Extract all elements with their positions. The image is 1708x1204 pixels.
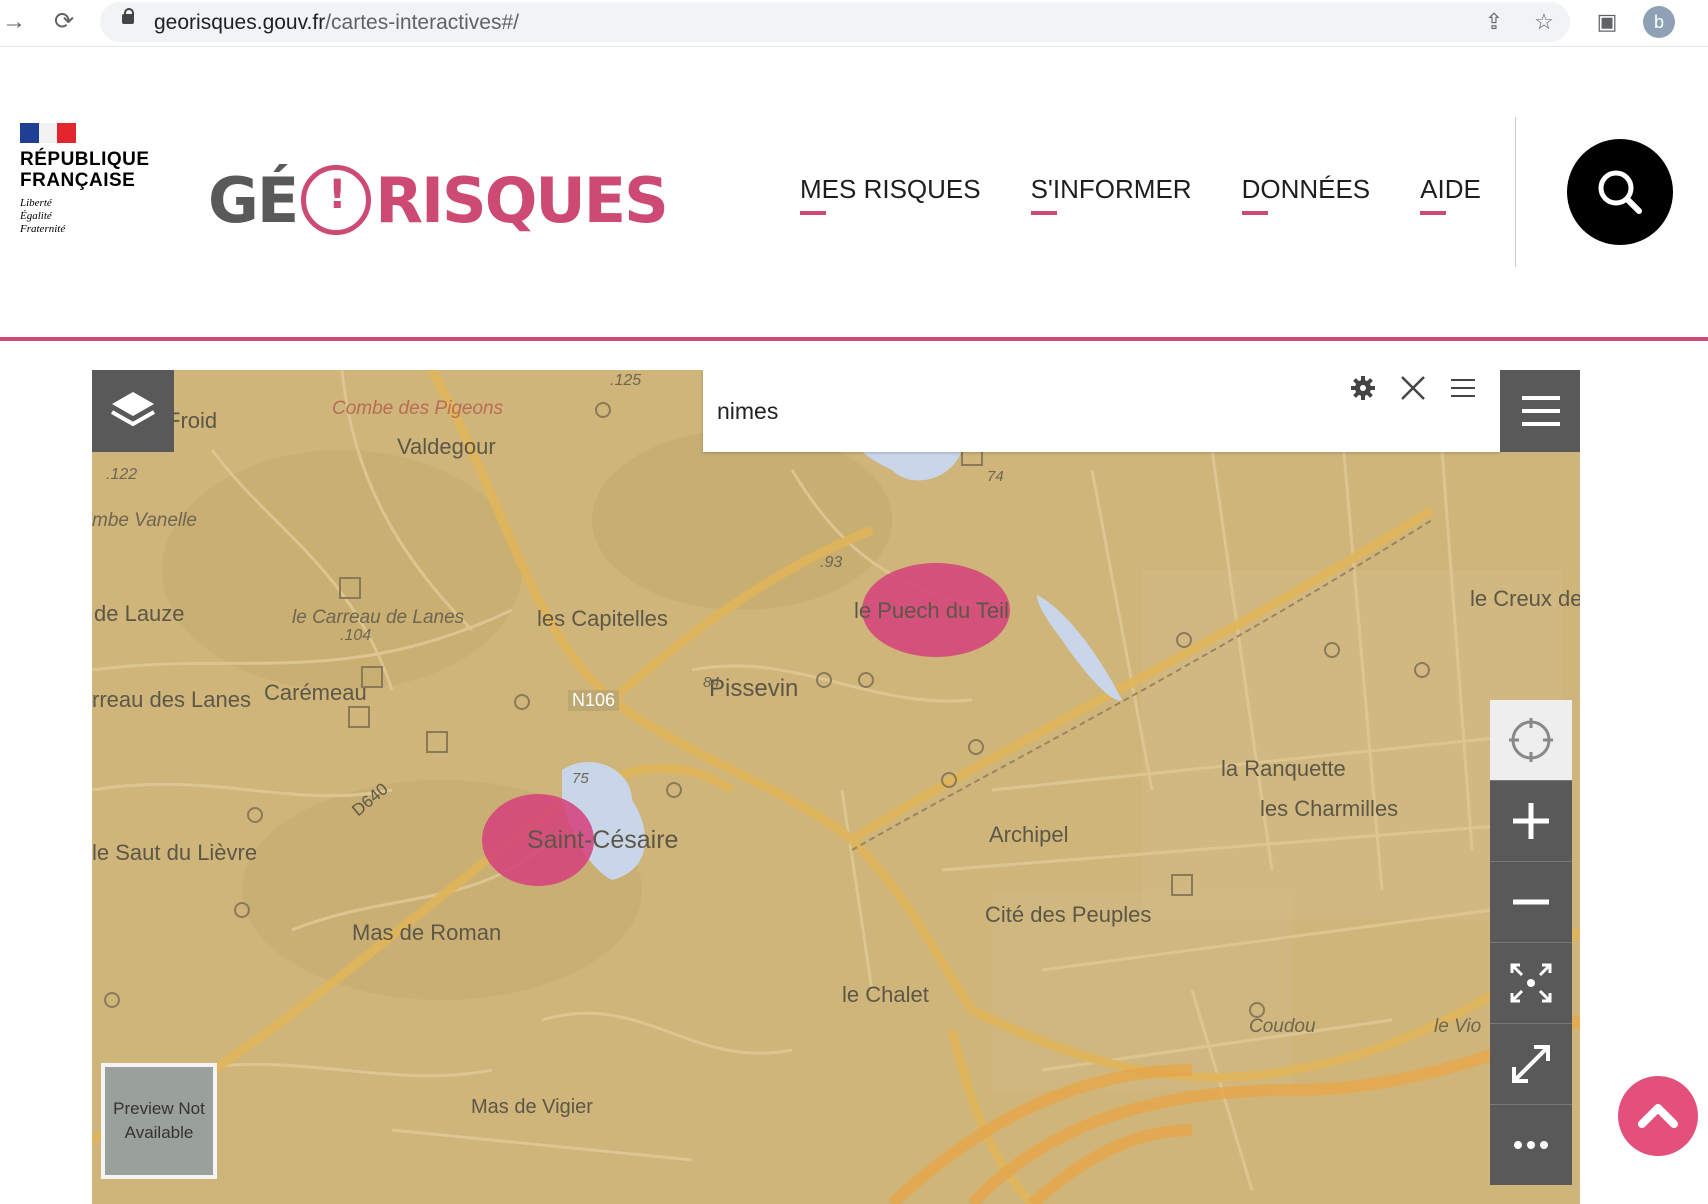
hamburger-icon bbox=[1522, 396, 1560, 426]
map-controls bbox=[1490, 700, 1572, 1185]
elevation-label: .104 bbox=[340, 627, 372, 644]
map-label: Saint-Césaire bbox=[527, 826, 679, 854]
nav-donnees[interactable]: DONNÉES bbox=[1241, 174, 1370, 215]
nav-mes-risques[interactable]: MES RISQUES bbox=[800, 174, 981, 215]
crosshair-icon bbox=[1509, 718, 1553, 762]
map-label: Cité des Peuples bbox=[985, 902, 1152, 927]
gear-icon[interactable] bbox=[1345, 370, 1381, 406]
map-label: Mas de Vigier bbox=[471, 1096, 593, 1118]
map-label: Valdegour bbox=[397, 434, 496, 459]
browser-toolbar: → ⟳ georisques.gouv.fr/cartes-interactiv… bbox=[0, 0, 1708, 47]
profile-avatar[interactable]: b bbox=[1643, 6, 1675, 38]
map-label: le Chalet bbox=[842, 982, 929, 1007]
interactive-map[interactable]: Froid Combe des Pigeons Valdegour mbe Va… bbox=[92, 370, 1580, 1204]
elevation-label: 74 bbox=[987, 468, 1004, 485]
chevron-up-icon bbox=[1638, 1104, 1678, 1128]
expand-icon bbox=[1512, 1045, 1550, 1083]
url-text: georisques.gouv.fr/cartes-interactives#/ bbox=[154, 11, 519, 34]
map-search-box bbox=[703, 370, 1500, 452]
map-label: Pissevin bbox=[709, 675, 799, 702]
map-label: Combe des Pigeons bbox=[332, 398, 504, 419]
lock-icon bbox=[122, 8, 134, 24]
map-label: le Vio bbox=[1434, 1016, 1482, 1037]
nav-s-informer[interactable]: S'INFORMER bbox=[1030, 174, 1192, 215]
elevation-label: 84 bbox=[703, 674, 720, 691]
marianne-flag-icon bbox=[20, 123, 77, 143]
map-label: rreau des Lanes bbox=[92, 687, 251, 712]
map-label: le Saut du Lièvre bbox=[92, 840, 258, 865]
map-label: Mas de Roman bbox=[352, 920, 502, 945]
header-divider bbox=[1515, 117, 1516, 267]
map-menu-button[interactable] bbox=[1500, 370, 1580, 452]
zoom-extent-button[interactable] bbox=[1490, 942, 1572, 1023]
share-icon[interactable]: ⇪ bbox=[1480, 8, 1508, 36]
minus-icon bbox=[1513, 899, 1549, 905]
map-label: Archipel bbox=[989, 822, 1069, 847]
map-search-input[interactable] bbox=[703, 370, 1343, 452]
elevation-label: 75 bbox=[572, 770, 589, 787]
site-search-button[interactable] bbox=[1567, 139, 1673, 245]
forward-icon[interactable]: → bbox=[0, 8, 28, 36]
ellipsis-icon bbox=[1514, 1141, 1548, 1149]
elevation-label: .125 bbox=[610, 372, 642, 389]
plus-icon bbox=[1513, 803, 1549, 839]
france-alert-icon: ! bbox=[301, 165, 372, 235]
georisques-logo[interactable]: GÉ ! RISQUES bbox=[208, 155, 669, 245]
map-label: Coudou bbox=[1249, 1016, 1316, 1037]
basemap-preview[interactable]: Preview Not Available bbox=[101, 1063, 217, 1179]
republique-francaise-logo[interactable]: RÉPUBLIQUE FRANÇAISE Liberté Égalité Fra… bbox=[20, 123, 170, 236]
site-header: RÉPUBLIQUE FRANÇAISE Liberté Égalité Fra… bbox=[0, 47, 1708, 341]
more-options-button[interactable] bbox=[1490, 1104, 1572, 1185]
map-label: la Ranquette bbox=[1221, 756, 1346, 781]
map-label: les Charmilles bbox=[1260, 796, 1399, 821]
side-panel-icon[interactable]: ▣ bbox=[1593, 8, 1621, 36]
map-label: mbe Vanelle bbox=[92, 510, 197, 531]
fullscreen-button[interactable] bbox=[1490, 1023, 1572, 1104]
map-label: le Carreau de Lanes bbox=[292, 607, 465, 628]
map-label: de Lauze bbox=[94, 601, 185, 626]
map-tiles[interactable] bbox=[92, 370, 1580, 1204]
locate-button[interactable] bbox=[1490, 700, 1572, 780]
elevation-label: .122 bbox=[106, 466, 138, 483]
map-label: Carémeau bbox=[264, 680, 367, 705]
map-label: les Capitelles bbox=[537, 606, 668, 631]
rf-name: RÉPUBLIQUE FRANÇAISE bbox=[20, 149, 150, 191]
map-label: Froid bbox=[167, 408, 218, 433]
elevation-label: .93 bbox=[820, 554, 843, 571]
map-label: le Puech du Teil bbox=[854, 598, 1009, 623]
reload-icon[interactable]: ⟳ bbox=[50, 8, 78, 36]
map-label: le Creux de bbox=[1470, 586, 1580, 611]
nav-aide[interactable]: AIDE bbox=[1420, 174, 1481, 215]
list-icon[interactable] bbox=[1445, 370, 1481, 406]
layers-icon bbox=[111, 392, 155, 427]
close-icon[interactable] bbox=[1395, 370, 1431, 406]
main-nav: MES RISQUES S'INFORMER DONNÉES AIDE bbox=[800, 174, 1531, 215]
zoom-in-button[interactable] bbox=[1490, 780, 1572, 861]
zoom-out-button[interactable] bbox=[1490, 861, 1572, 942]
scroll-to-top-button[interactable] bbox=[1618, 1076, 1698, 1156]
road-shield: N106 bbox=[568, 690, 620, 711]
bookmark-star-icon[interactable]: ☆ bbox=[1530, 8, 1558, 36]
address-bar[interactable]: georisques.gouv.fr/cartes-interactives#/ bbox=[100, 2, 1570, 42]
zoom-extent-icon bbox=[1510, 963, 1552, 1003]
rf-motto: Liberté Égalité Fraternité bbox=[20, 197, 66, 235]
layers-button[interactable] bbox=[92, 370, 174, 452]
search-icon bbox=[1598, 170, 1642, 214]
